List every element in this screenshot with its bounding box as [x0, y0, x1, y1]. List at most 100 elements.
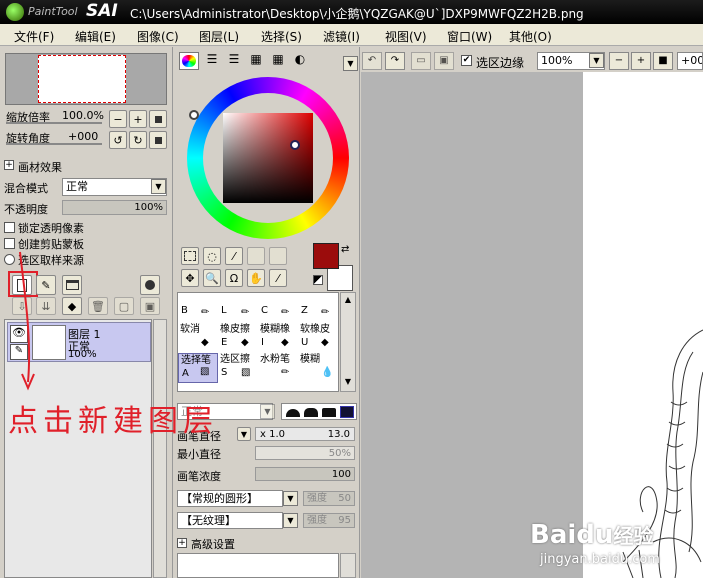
menu-file[interactable]: 文件(F) — [14, 28, 54, 45]
brush-slot[interactable]: C ✏ — [258, 293, 298, 323]
brush-grid-scrollbar[interactable]: ▲ ▼ — [340, 292, 356, 392]
menu-window[interactable]: 窗口(W) — [447, 28, 492, 45]
hand-icon: ✋ — [249, 271, 263, 285]
layer-scrollbar[interactable] — [153, 319, 167, 578]
lasso-tool[interactable]: ◌ — [203, 247, 221, 265]
brush-slot[interactable]: 软橡皮 U ◆ — [298, 323, 338, 353]
brush-shape-icon[interactable] — [340, 406, 354, 418]
deselect-button[interactable]: ▭ — [411, 52, 431, 70]
expand-icon[interactable]: + — [4, 160, 14, 170]
swatch-tab[interactable]: ▦ — [269, 52, 287, 70]
canvas-rotate-field[interactable]: +000 — [677, 52, 703, 70]
preset-scrollbar[interactable] — [340, 553, 356, 578]
brush-slot[interactable]: B ✏ — [178, 293, 218, 323]
zoom-tool[interactable]: 🔍 — [203, 269, 221, 287]
delete-layer-button[interactable]: 🗑 — [88, 297, 108, 315]
texture-strength-bar[interactable]: 强度 95 — [303, 513, 355, 528]
brush-slot[interactable]: 模糊 💧 — [298, 353, 338, 383]
chevron-down-icon[interactable]: ▼ — [589, 53, 604, 68]
shape-strength-bar[interactable]: 强度 50 — [303, 491, 355, 506]
primary-color[interactable] — [313, 243, 339, 269]
expand-icon[interactable]: + — [177, 538, 187, 548]
magic-wand-tool[interactable]: ⁄ — [225, 247, 243, 265]
brush-shape-icon[interactable] — [304, 408, 318, 417]
chevron-down-icon[interactable]: ▼ — [237, 427, 251, 441]
color-wheel-tab[interactable] — [179, 52, 199, 70]
chevron-down-icon[interactable]: ▼ — [343, 56, 358, 71]
rotate-tool[interactable]: Ω — [225, 269, 243, 287]
menu-filter[interactable]: 滤镜(I) — [323, 28, 360, 45]
min-size-bar[interactable]: 50% — [255, 446, 355, 460]
navigator-preview[interactable] — [5, 53, 167, 105]
opacity-bar[interactable]: 100% — [62, 200, 167, 215]
hsv-slider-tab[interactable]: ☰ — [225, 52, 243, 70]
canvas-zoom-out-button[interactable]: − — [609, 52, 629, 70]
brush-shape-icon[interactable] — [322, 408, 336, 417]
zoom-in-button[interactable]: + — [129, 110, 147, 128]
chevron-up-icon[interactable]: ▲ — [342, 295, 354, 307]
chevron-down-icon[interactable]: ▼ — [342, 377, 354, 389]
density-bar[interactable]: 100 — [255, 467, 355, 481]
undo-button[interactable]: ↶ — [362, 52, 382, 70]
redo-button[interactable]: ↷ — [385, 52, 405, 70]
brush-shape-presets[interactable] — [281, 403, 357, 420]
brush-slot[interactable]: 模糊橡 I ◆ — [258, 323, 298, 353]
canvas-area[interactable] — [361, 72, 583, 578]
rotate-reset-button[interactable] — [149, 131, 167, 149]
brush-slot[interactable]: 软消 ◆ — [178, 323, 218, 353]
texture-select[interactable]: 【无纹理】 — [177, 512, 283, 529]
navigator-viewport[interactable] — [38, 55, 126, 103]
canvas-document[interactable] — [583, 72, 703, 578]
brush-slot-selected[interactable]: 选择笔 A ▧ — [178, 353, 218, 383]
slider-icon: ☰ — [206, 52, 218, 66]
hue-handle[interactable] — [189, 110, 199, 120]
brush-size-field[interactable]: x 1.0 13.0 — [255, 427, 355, 441]
invert-selection-button[interactable]: ▣ — [434, 52, 454, 70]
rotate-left-button[interactable]: ↺ — [109, 131, 127, 149]
zoom-reset-button[interactable] — [149, 110, 167, 128]
brush-shape-icon[interactable] — [286, 409, 300, 417]
rotate-slider[interactable] — [6, 143, 102, 145]
eyedropper-tool[interactable]: ⁄ — [269, 269, 287, 287]
layer-mask-button[interactable] — [140, 275, 160, 295]
scratchpad-tab[interactable]: ◐ — [291, 52, 309, 70]
brush-slot[interactable]: L ✏ — [218, 293, 258, 323]
zoom-slider[interactable] — [6, 122, 102, 124]
swap-icon[interactable]: ⇄ — [341, 244, 349, 255]
chevron-down-icon[interactable]: ▼ — [151, 179, 166, 194]
brush-slot[interactable]: Z ✏ — [298, 293, 338, 323]
menu-edit[interactable]: 编辑(E) — [75, 28, 116, 45]
menu-view[interactable]: 视图(V) — [385, 28, 427, 45]
mixer-tab[interactable]: ▦ — [247, 52, 265, 70]
reset-colors-icon[interactable] — [313, 275, 323, 285]
brush-shape-select[interactable]: 【常规的圆形】 — [177, 490, 283, 507]
brush-slot[interactable]: 橡皮擦 E ◆ — [218, 323, 258, 353]
layer-copy-button[interactable]: ▢ — [114, 297, 134, 315]
brush-slot[interactable]: 选区擦 S ▧ — [218, 353, 258, 383]
color-handle[interactable] — [290, 140, 300, 150]
menu-image[interactable]: 图像(C) — [137, 28, 179, 45]
rotate-right-button[interactable]: ↻ — [129, 131, 147, 149]
menu-other[interactable]: 其他(O) — [509, 28, 552, 45]
chevron-down-icon[interactable]: ▼ — [260, 404, 275, 419]
new-folder-button[interactable] — [62, 275, 82, 295]
rect-select-tool[interactable] — [181, 247, 199, 265]
canvas-zoom-in-button[interactable]: + — [631, 52, 651, 70]
chevron-down-icon[interactable]: ▼ — [283, 491, 298, 506]
brush-slot[interactable]: 水粉笔 ✏ — [258, 353, 298, 383]
move-tool[interactable]: ✥ — [181, 269, 199, 287]
lock-alpha-checkbox[interactable] — [4, 222, 15, 233]
rgb-slider-tab[interactable]: ☰ — [203, 52, 221, 70]
selection-edge-checkbox[interactable]: ✔ — [461, 55, 472, 66]
canvas-zoom-reset-button[interactable]: ■ — [653, 52, 673, 70]
saturation-value-square[interactable] — [223, 113, 313, 203]
zoom-out-button[interactable]: − — [109, 110, 127, 128]
clear-layer-button[interactable]: ◆ — [62, 297, 82, 315]
brush-preset-strip[interactable] — [177, 553, 339, 578]
menu-layer[interactable]: 图层(L) — [199, 28, 239, 45]
layer-lock-button[interactable]: ▣ — [140, 297, 160, 315]
hand-tool[interactable]: ✋ — [247, 269, 265, 287]
chevron-down-icon[interactable]: ▼ — [283, 513, 298, 528]
baidu-watermark: Baidu经验 — [530, 520, 654, 550]
menu-select[interactable]: 选择(S) — [261, 28, 302, 45]
